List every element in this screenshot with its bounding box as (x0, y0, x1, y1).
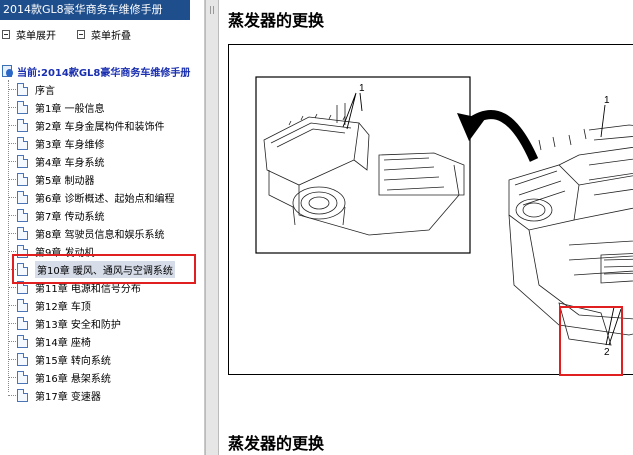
tree-item-label: 第6章 诊断概述、起始点和编程 (35, 193, 175, 205)
tree-item[interactable]: 第6章 诊断概述、起始点和编程 (8, 188, 175, 206)
tree-connector (8, 304, 16, 306)
tree-item[interactable]: 第8章 驾驶员信息和娱乐系统 (8, 224, 165, 242)
evaporator-diagram: 1 1 2 (228, 44, 633, 376)
tree-item-label: 序言 (35, 85, 55, 97)
tree-item[interactable]: 第17章 变速器 (8, 386, 101, 404)
tree-item-label: 第12章 车顶 (35, 301, 91, 313)
main-callout-1: 1 (604, 95, 610, 106)
document-icon (17, 82, 28, 96)
tree-item[interactable]: 序言 (8, 80, 55, 98)
section-heading: 蒸发器的更换 (228, 434, 325, 453)
tree-item[interactable]: 第15章 转向系统 (8, 350, 111, 368)
tree-item-label: 第14章 座椅 (35, 337, 91, 349)
tree-item[interactable]: 第2章 车身金属构件和装饰件 (8, 116, 165, 134)
tree-item-label: 第7章 传动系统 (35, 211, 105, 223)
collapse-icon (77, 30, 85, 39)
tree-item[interactable]: 第14章 座椅 (8, 332, 91, 350)
tree-root[interactable]: 当前:2014款GL8豪华商务车维修手册 (2, 62, 190, 80)
app-title: 2014款GL8豪华商务车维修手册 (0, 0, 190, 20)
document-icon (17, 190, 28, 204)
document-icon (17, 154, 28, 168)
tree-connector (8, 196, 16, 198)
tree-connector (8, 376, 16, 378)
tree-item[interactable]: 第1章 一般信息 (8, 98, 105, 116)
collapse-menu-label: 菜单折叠 (91, 31, 131, 42)
document-icon (17, 370, 28, 384)
tree-root-label: 当前:2014款GL8豪华商务车维修手册 (17, 67, 191, 79)
tree-item[interactable]: 第4章 车身系统 (8, 152, 105, 170)
document-icon (17, 172, 28, 186)
document-icon (17, 100, 28, 114)
tree-connector (8, 322, 16, 324)
evaporator-diagram-svg: 1 1 2 (255, 76, 633, 376)
tree-item[interactable]: 第12章 车顶 (8, 296, 91, 314)
tree-connector (8, 106, 16, 108)
toc-pane: 2014款GL8豪华商务车维修手册 菜单展开 菜单折叠 当前:2014款GL8豪… (0, 0, 205, 455)
document-icon (17, 298, 28, 312)
pane-splitter[interactable] (205, 0, 219, 455)
tree-item[interactable]: 第16章 悬架系统 (8, 368, 111, 386)
manual-root-icon (2, 64, 14, 78)
toc-toolbar: 菜单展开 菜单折叠 (0, 24, 200, 42)
document-icon (17, 226, 28, 240)
tree-item-label: 第17章 变速器 (35, 391, 101, 403)
document-icon (17, 136, 28, 150)
tree-connector (8, 142, 16, 144)
document-icon (17, 316, 28, 330)
tree-connector (8, 160, 16, 162)
tree-connector (8, 250, 16, 252)
tree-connector (8, 286, 16, 288)
tree-connector (8, 358, 16, 360)
main-housing-drawing (508, 124, 633, 346)
tree-connector (8, 340, 16, 342)
tree-item-label: 第5章 制动器 (35, 175, 95, 187)
tree-item-label: 第8章 驾驶员信息和娱乐系统 (35, 229, 165, 241)
tree-item-label: 第2章 车身金属构件和装饰件 (35, 121, 165, 133)
page-heading: 蒸发器的更换 (228, 11, 325, 30)
tree-item-label: 第3章 车身维修 (35, 139, 105, 151)
tree-connector (8, 394, 16, 396)
highlight-box-chapter-10 (12, 254, 196, 284)
document-icon (17, 388, 28, 402)
tree-connector (8, 232, 16, 234)
tree-item-label: 第13章 安全和防护 (35, 319, 121, 331)
inset-box (255, 76, 471, 254)
content-pane: 蒸发器的更换 1 1 2 蒸发器的更换 (219, 0, 633, 455)
tree-item[interactable]: 第7章 传动系统 (8, 206, 105, 224)
document-icon (17, 334, 28, 348)
tree-item-label: 第1章 一般信息 (35, 103, 105, 115)
inset-callout-1: 1 (359, 83, 365, 94)
tree-item[interactable]: 第13章 安全和防护 (8, 314, 121, 332)
tree-item[interactable]: 第3章 车身维修 (8, 134, 105, 152)
tree-connector (8, 88, 16, 90)
expand-menu-label: 菜单展开 (16, 31, 56, 42)
tree-item-label: 第4章 车身系统 (35, 157, 105, 169)
tree-connector (8, 124, 16, 126)
document-icon (17, 118, 28, 132)
tree-connector (8, 214, 16, 216)
splitter-grip-icon (210, 6, 214, 14)
main-callout-2: 2 (604, 347, 610, 358)
tree-item[interactable]: 第5章 制动器 (8, 170, 95, 188)
tree-item-label: 第16章 悬架系统 (35, 373, 111, 385)
collapse-menu-button[interactable]: 菜单折叠 (77, 27, 131, 42)
tree-connector (8, 178, 16, 180)
tree-item-label: 第15章 转向系统 (35, 355, 111, 367)
expand-menu-button[interactable]: 菜单展开 (2, 27, 56, 42)
document-icon (17, 352, 28, 366)
expand-icon (2, 30, 10, 39)
document-icon (17, 208, 28, 222)
